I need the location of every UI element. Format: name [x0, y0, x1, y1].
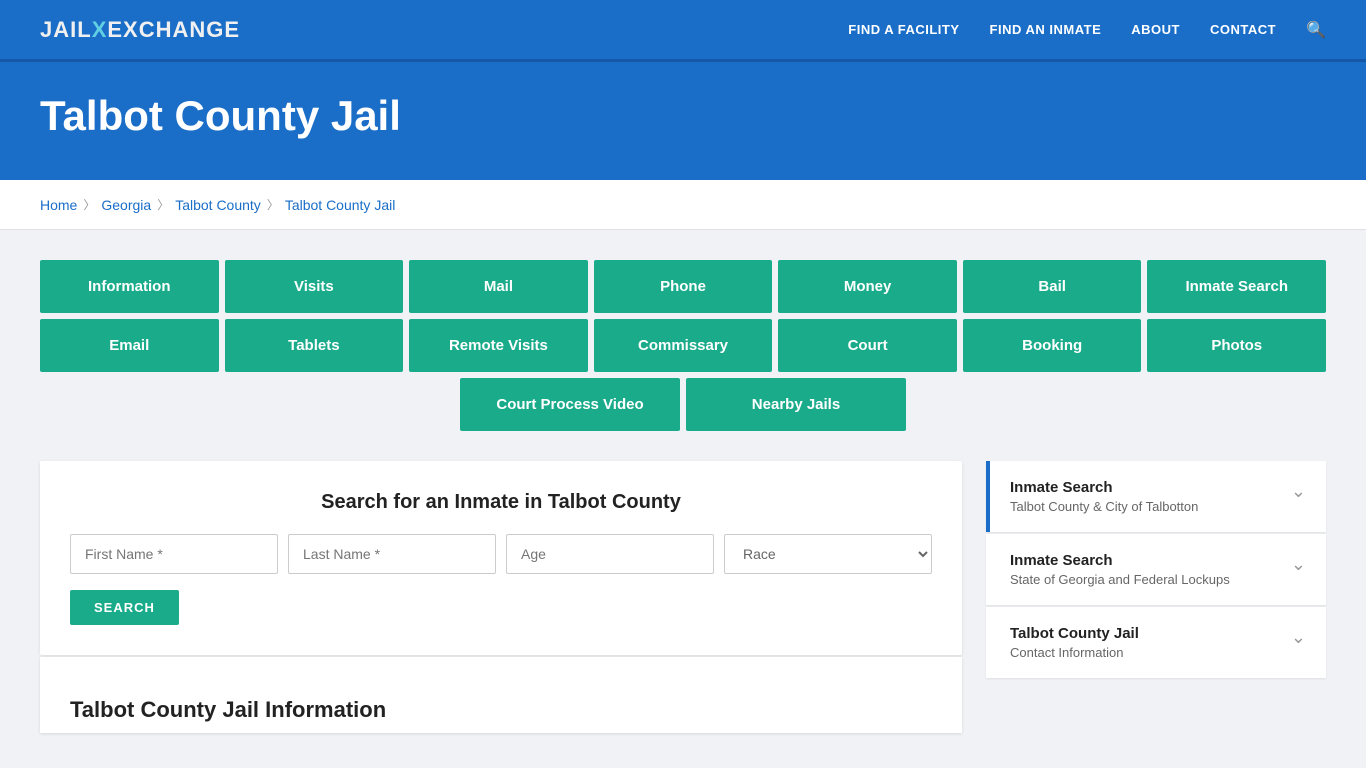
search-form: Race Any White Black Hispanic Asian Othe…	[70, 534, 932, 574]
btn-court-process-video[interactable]: Court Process Video	[460, 378, 680, 431]
content-area: Search for an Inmate in Talbot County Ra…	[40, 461, 1326, 733]
inmate-search-box: Search for an Inmate in Talbot County Ra…	[40, 461, 962, 655]
site-logo[interactable]: JAILXEXCHANGE	[40, 17, 240, 43]
button-row-3: Court Process Video Nearby Jails	[40, 378, 1326, 431]
btn-tablets[interactable]: Tablets	[225, 319, 404, 372]
breadcrumb-current: Talbot County Jail	[285, 197, 396, 213]
chevron-down-icon: ⌄	[1291, 481, 1306, 502]
breadcrumb-home[interactable]: Home	[40, 197, 77, 213]
sidebar-item-0[interactable]: Inmate Search Talbot County & City of Ta…	[986, 461, 1326, 532]
main-nav: FIND A FACILITY FIND AN INMATE ABOUT CON…	[848, 20, 1326, 40]
sidebar-item-title-0: Inmate Search	[1010, 479, 1198, 496]
nav-find-inmate[interactable]: FIND AN INMATE	[990, 22, 1102, 37]
nav-contact[interactable]: CONTACT	[1210, 22, 1276, 37]
btn-bail[interactable]: Bail	[963, 260, 1142, 313]
btn-mail[interactable]: Mail	[409, 260, 588, 313]
button-row-1: Information Visits Mail Phone Money Bail…	[40, 260, 1326, 313]
race-select[interactable]: Race Any White Black Hispanic Asian Othe…	[724, 534, 932, 574]
chevron-down-icon: ⌄	[1291, 627, 1306, 648]
sidebar-item-subtitle-0: Talbot County & City of Talbotton	[1010, 499, 1198, 514]
search-button[interactable]: SEARCH	[70, 590, 179, 625]
btn-email[interactable]: Email	[40, 319, 219, 372]
button-row-2: Email Tablets Remote Visits Commissary C…	[40, 319, 1326, 372]
btn-visits[interactable]: Visits	[225, 260, 404, 313]
btn-photos[interactable]: Photos	[1147, 319, 1326, 372]
last-name-input[interactable]	[288, 534, 496, 574]
breadcrumb-bar: Home 〉 Georgia 〉 Talbot County 〉 Talbot …	[0, 180, 1366, 230]
nav-find-facility[interactable]: FIND A FACILITY	[848, 22, 959, 37]
logo-exchange: EXCHANGE	[107, 17, 240, 42]
sidebar-item-title-2: Talbot County Jail	[1010, 625, 1139, 642]
site-header: JAILXEXCHANGE FIND A FACILITY FIND AN IN…	[0, 0, 1366, 62]
btn-commissary[interactable]: Commissary	[594, 319, 773, 372]
sidebar-item-subtitle-1: State of Georgia and Federal Lockups	[1010, 572, 1230, 587]
page-title: Talbot County Jail	[40, 92, 1326, 140]
btn-nearby-jails[interactable]: Nearby Jails	[686, 378, 906, 431]
sidebar: Inmate Search Talbot County & City of Ta…	[986, 461, 1326, 733]
hero-section: Talbot County Jail	[0, 62, 1366, 180]
breadcrumb-talbot-county[interactable]: Talbot County	[175, 197, 261, 213]
sidebar-item-subtitle-2: Contact Information	[1010, 645, 1139, 660]
nav-about[interactable]: ABOUT	[1131, 22, 1180, 37]
search-icon[interactable]: 🔍	[1306, 20, 1326, 40]
btn-phone[interactable]: Phone	[594, 260, 773, 313]
btn-information[interactable]: Information	[40, 260, 219, 313]
btn-remote-visits[interactable]: Remote Visits	[409, 319, 588, 372]
btn-money[interactable]: Money	[778, 260, 957, 313]
btn-inmate-search[interactable]: Inmate Search	[1147, 260, 1326, 313]
chevron-icon: 〉	[267, 196, 279, 213]
logo-jail: JAIL	[40, 17, 92, 42]
sidebar-item-title-1: Inmate Search	[1010, 552, 1230, 569]
sidebar-item-1[interactable]: Inmate Search State of Georgia and Feder…	[986, 534, 1326, 605]
nav-button-grid: Information Visits Mail Phone Money Bail…	[40, 260, 1326, 431]
chevron-icon: 〉	[157, 196, 169, 213]
logo-x: X	[92, 17, 108, 42]
breadcrumb-georgia[interactable]: Georgia	[101, 197, 151, 213]
first-name-input[interactable]	[70, 534, 278, 574]
breadcrumb: Home 〉 Georgia 〉 Talbot County 〉 Talbot …	[40, 196, 1326, 213]
search-title: Search for an Inmate in Talbot County	[70, 491, 932, 514]
chevron-icon: 〉	[83, 196, 95, 213]
main-content: Information Visits Mail Phone Money Bail…	[0, 230, 1366, 763]
btn-booking[interactable]: Booking	[963, 319, 1142, 372]
age-input[interactable]	[506, 534, 714, 574]
sidebar-item-2[interactable]: Talbot County Jail Contact Information ⌄	[986, 607, 1326, 678]
btn-court[interactable]: Court	[778, 319, 957, 372]
chevron-down-icon: ⌄	[1291, 554, 1306, 575]
section-heading: Talbot County Jail Information	[70, 687, 932, 723]
